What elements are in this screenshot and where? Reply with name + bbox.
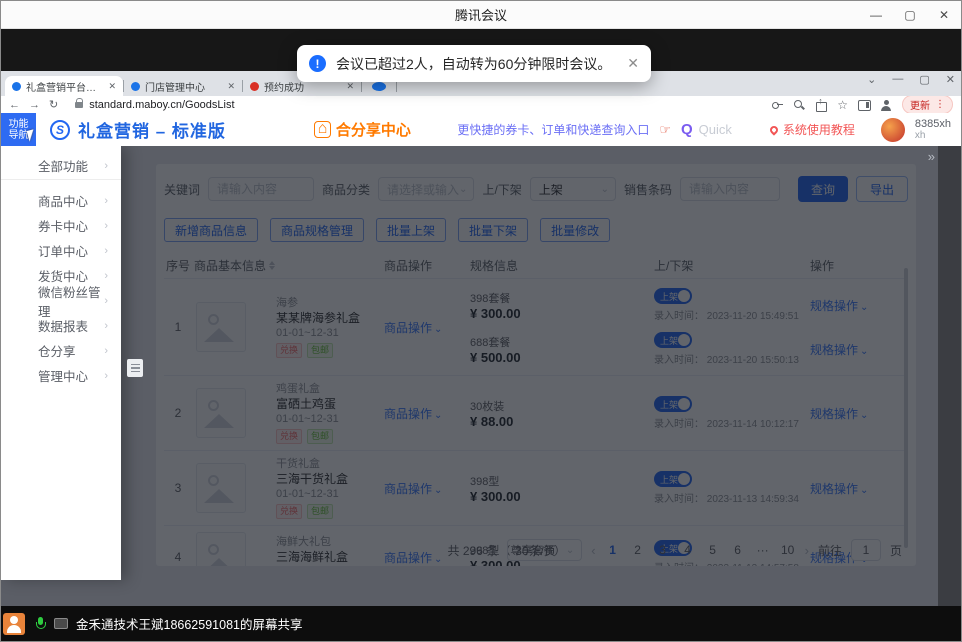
presenter-icon (3, 613, 25, 635)
bookmark-star-icon[interactable]: ☆ (837, 99, 848, 111)
sidebar-item[interactable]: 订单中心 › (1, 238, 121, 263)
share-icon[interactable] (815, 99, 827, 111)
brand-logo-icon: S (50, 120, 70, 140)
chevron-right-icon: › (104, 220, 108, 232)
app-header: 功能 导航 S 礼盒营销 – 标准版 ⌂ 合分享中心 更快捷的券卡、订单和快递查… (1, 113, 961, 146)
quick-search-label[interactable]: Quick (699, 122, 732, 137)
meeting-toast: ! 会议已超过2人，自动转为60分钟限时会议。 ✕ (297, 45, 651, 82)
reload-icon[interactable]: ↻ (49, 98, 58, 111)
shared-browser-screen: 礼盒营销平台管理中心✕门店管理中心✕预约成功✕ ⌄ — ▢ ✕ ← → ↻ st… (1, 71, 961, 608)
info-icon: ! (309, 55, 326, 72)
location-pin-icon (768, 124, 779, 135)
chevron-right-icon: › (104, 270, 108, 282)
tab-close-icon[interactable]: ✕ (227, 81, 235, 92)
tab-label: 礼盒营销平台管理中心 (26, 79, 103, 94)
browser-window-controls: ⌄ — ▢ ✕ (867, 73, 955, 86)
function-nav-button[interactable]: 功能 导航 (1, 113, 36, 146)
meeting-window: 腾讯会议 — ▢ ✕ 礼盒营销平台管理中心✕门店管理中心✕预约成功✕ ⌄ — ▢… (0, 0, 962, 642)
collapse-chevron-icon[interactable]: » (928, 149, 935, 164)
sidebar-item[interactable]: 管理中心 › (1, 363, 121, 388)
share-center-link[interactable]: ⌂ 合分享中心 (314, 119, 411, 140)
tutorial-link[interactable]: 系统使用教程 (770, 121, 855, 138)
screen-share-bar: 金禾通技术王斌18662591081的屏幕共享 (1, 606, 961, 641)
user-avatar[interactable] (881, 118, 905, 142)
chevron-right-icon: › (104, 160, 108, 172)
browser-update-button[interactable]: 更新 ⋮ (902, 95, 953, 114)
right-edge-shade (938, 146, 961, 608)
page-content: 关键词 商品分类 请选择或输入 ⌄ 上/下架 上架 ⌄ 销售条码 查询 (1, 146, 961, 608)
window-title: 腾讯会议 (455, 5, 507, 24)
pointing-finger-icon: ☞ (659, 122, 671, 138)
sidebar-item[interactable]: 全部功能 › (1, 152, 121, 180)
sidebar-item-label: 微信粉丝管理 (38, 282, 104, 320)
header-right: 更快捷的券卡、订单和快递查询入口 ☞ Q Quick 系统使用教程 8385xh… (457, 118, 961, 142)
sidebar-item-label: 数据报表 (38, 316, 88, 335)
sidebar-item[interactable]: 商品中心 › (1, 188, 121, 213)
quick-entry-link[interactable]: 更快捷的券卡、订单和快递查询入口 (457, 121, 649, 138)
tab-favicon-icon (250, 82, 259, 91)
sidebar-item-label: 管理中心 (38, 366, 88, 385)
password-key-icon[interactable] (771, 99, 783, 111)
screen-icon (54, 618, 68, 629)
chevron-right-icon: › (104, 195, 108, 207)
quick-search-icon[interactable]: Q (681, 121, 693, 138)
sidebar-item-label: 商品中心 (38, 191, 88, 210)
tutorial-label: 系统使用教程 (783, 121, 855, 138)
sidebar-item-label: 全部功能 (38, 156, 88, 175)
address-bar-actions: ☆ 更新 ⋮ (771, 95, 953, 114)
address-bar: ← → ↻ standard.maboy.cn/GoodsList ☆ 更新 ⋮ (1, 96, 961, 113)
update-label: 更新 (910, 97, 930, 112)
sidebar-item[interactable]: 仓分享 › (1, 338, 121, 363)
tab-favicon-icon (12, 82, 21, 91)
username-sub: xh (915, 130, 951, 141)
chevron-right-icon: › (104, 345, 108, 357)
titlebar: 腾讯会议 — ▢ ✕ (1, 1, 961, 29)
browser-maximize-icon[interactable]: ▢ (919, 73, 929, 86)
nav-label-line1: 功能 (1, 119, 36, 130)
nav-dropdown-panel: 全部功能›商品中心›券卡中心›订单中心›发货中心›微信粉丝管理›数据报表›仓分享… (1, 146, 121, 580)
dim-overlay (1, 146, 961, 608)
maximize-icon[interactable]: ▢ (893, 1, 927, 29)
sidebar-item-label: 券卡中心 (38, 216, 88, 235)
browser-minimize-icon[interactable]: — (892, 73, 903, 86)
username: 8385xh (915, 119, 951, 130)
browser-tab[interactable]: 门店管理中心 ✕ (124, 76, 242, 96)
close-icon[interactable]: ✕ (927, 1, 961, 29)
browser-menu-chevron-icon[interactable]: ⌄ (867, 73, 876, 86)
chevron-right-icon: › (104, 320, 108, 332)
back-icon[interactable]: ← (9, 99, 20, 111)
toast-close-icon[interactable]: ✕ (627, 55, 639, 72)
sidebar-item[interactable]: 微信粉丝管理› (1, 288, 121, 313)
tab-favicon (372, 82, 386, 91)
zoom-icon[interactable] (793, 99, 805, 111)
tab-label: 门店管理中心 (145, 79, 222, 94)
forward-icon[interactable]: → (29, 99, 40, 111)
chevron-right-icon: › (104, 370, 108, 382)
sidebar-item[interactable]: 券卡中心 › (1, 213, 121, 238)
side-panel-icon[interactable] (858, 99, 870, 111)
minimize-icon[interactable]: — (859, 1, 893, 29)
tab-close-icon[interactable]: ✕ (346, 81, 354, 92)
window-controls: — ▢ ✕ (859, 1, 961, 29)
chevron-right-icon: › (104, 245, 108, 257)
lock-icon (75, 102, 83, 108)
toast-message: 会议已超过2人，自动转为60分钟限时会议。 (336, 54, 611, 74)
sidebar-item-label: 仓分享 (38, 341, 76, 360)
house-icon: ⌂ (314, 121, 331, 138)
url-text[interactable]: standard.maboy.cn/GoodsList (89, 99, 234, 111)
sidebar-item-label: 订单中心 (38, 241, 88, 260)
drag-handle[interactable] (127, 359, 143, 377)
user-info: 8385xh xh (915, 119, 951, 141)
browser-close-icon[interactable]: ✕ (946, 73, 955, 86)
tab-close-icon[interactable]: ✕ (108, 81, 116, 92)
brand-title: 礼盒营销 – 标准版 (78, 117, 226, 142)
microphone-icon (36, 617, 45, 630)
profile-icon[interactable] (880, 99, 892, 111)
browser-tab[interactable]: 礼盒营销平台管理中心 ✕ (5, 76, 123, 96)
tab-favicon-icon (131, 82, 140, 91)
kebab-menu-icon[interactable]: ⋮ (935, 99, 945, 110)
share-center-label: 合分享中心 (336, 119, 411, 140)
chevron-right-icon: › (104, 295, 108, 307)
share-status-text: 金禾通技术王斌18662591081的屏幕共享 (76, 614, 302, 633)
